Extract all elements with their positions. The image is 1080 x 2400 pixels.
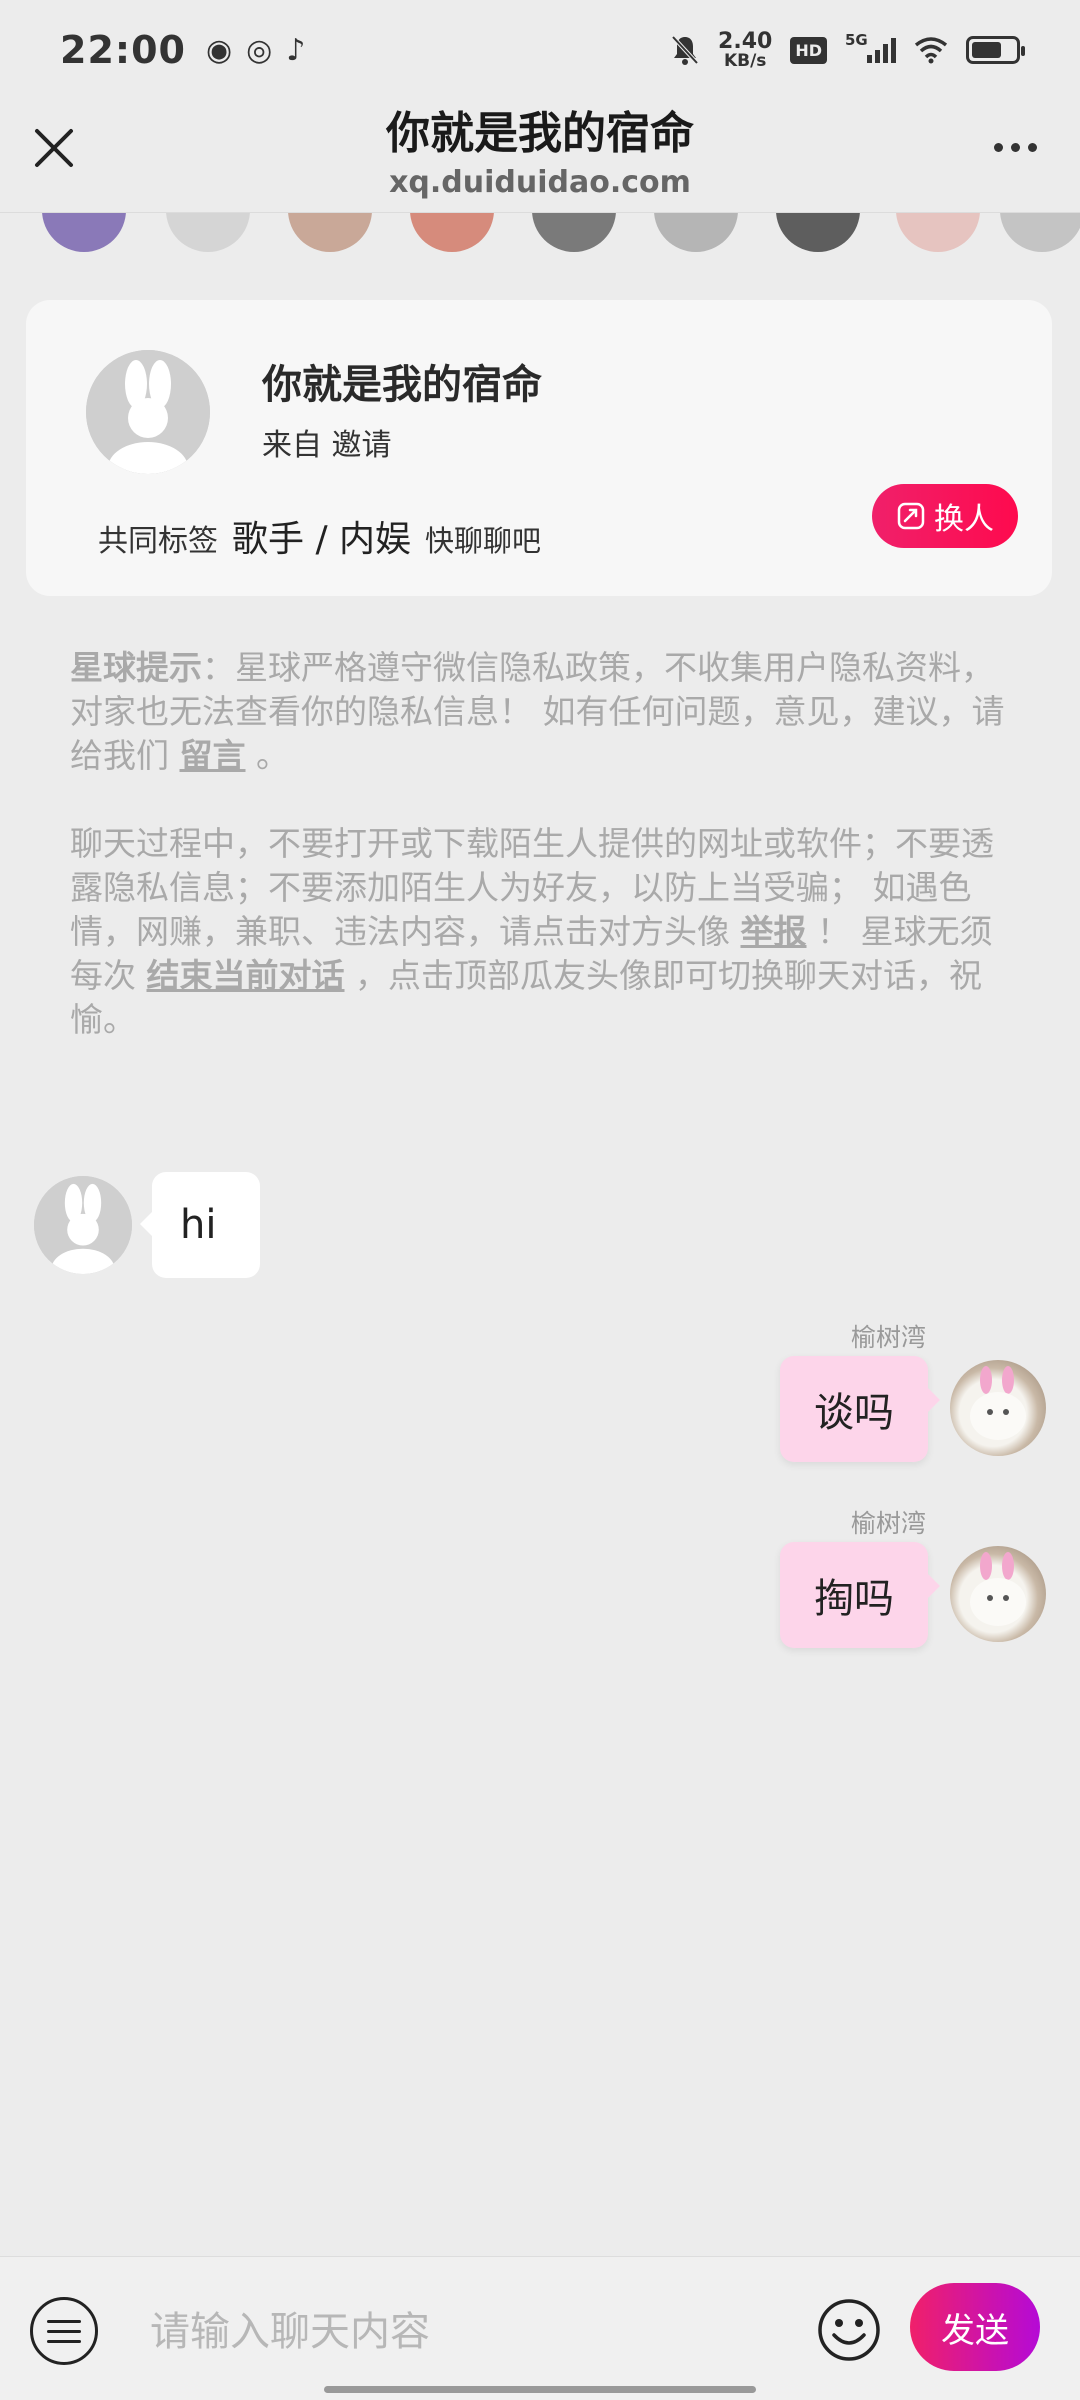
title-block: 你就是我的宿命 xq.duiduidao.com xyxy=(200,100,880,202)
emoji-icon xyxy=(818,2299,880,2361)
common-tags-hint: 快聊聊吧 xyxy=(425,524,542,558)
chat-input-bar: 发送 xyxy=(0,2256,1080,2400)
friend-avatar[interactable] xyxy=(166,213,250,252)
profile-source: 来自 邀请 xyxy=(262,428,392,463)
common-tags-label: 共同标签 xyxy=(98,524,218,559)
message-bubble[interactable]: hi xyxy=(140,1172,260,1278)
bunny-avatar-icon xyxy=(34,1176,132,1274)
leave-message-link[interactable]: 留言 xyxy=(180,736,246,775)
bunny-avatar-icon xyxy=(86,350,210,474)
friend-avatar[interactable] xyxy=(410,213,494,252)
tiktok-icon: ♪ xyxy=(286,32,306,68)
bunny-photo-icon xyxy=(970,1366,1026,1440)
common-tags-value: 歌手 / 内娱 xyxy=(232,519,412,560)
profile-card: 你就是我的宿命 来自 邀请 共同标签 歌手 / 内娱 快聊聊吧 换人 xyxy=(26,300,1052,596)
more-dot-icon xyxy=(1027,142,1037,152)
page-url: xq.duiduidao.com xyxy=(389,165,691,200)
notice-heading: 星球提示 xyxy=(70,648,202,687)
menu-line-icon xyxy=(47,2329,81,2333)
close-button[interactable] xyxy=(22,112,86,184)
header: 你就是我的宿命 xq.duiduidao.com xyxy=(0,100,1080,212)
status-time: 22:00 xyxy=(60,28,186,72)
my-avatar[interactable] xyxy=(950,1360,1046,1456)
send-button[interactable]: 发送 xyxy=(910,2283,1040,2371)
more-dot-icon xyxy=(993,142,1003,152)
friend-avatar[interactable] xyxy=(288,213,372,252)
friend-avatar[interactable] xyxy=(532,213,616,252)
safety-notice: 星球提示：星球严格遵守微信隐私政策，不收集用户隐私资料，对家也无法查看你的隐私信… xyxy=(70,646,1020,1042)
friend-avatar[interactable] xyxy=(776,213,860,252)
mute-bell-icon xyxy=(671,35,699,65)
bunny-photo-icon xyxy=(970,1552,1026,1626)
status-app-icons: ◉ ◎ ♪ xyxy=(206,33,306,68)
message-outgoing: 榆树湾 掏吗 xyxy=(780,1509,1046,1648)
wechat-icon: ◎ xyxy=(246,32,273,68)
friend-avatar-strip[interactable] xyxy=(0,212,1080,252)
friend-avatar[interactable] xyxy=(896,213,980,252)
hd-badge: HD xyxy=(790,36,827,64)
friend-avatar[interactable] xyxy=(1000,213,1080,252)
profile-name: 你就是我的宿命 xyxy=(262,362,542,408)
signal-label: 5G xyxy=(845,31,868,49)
more-options-button[interactable] xyxy=(980,122,1050,172)
close-icon xyxy=(35,129,73,167)
sender-name: 榆树湾 xyxy=(850,1509,926,1538)
end-conversation-link[interactable]: 结束当前对话 xyxy=(147,956,345,995)
battery-fill xyxy=(972,42,1002,58)
chat-input[interactable] xyxy=(150,2297,790,2367)
weibo-icon: ◉ xyxy=(205,32,233,68)
common-tags-row: 共同标签 歌手 / 内娱 快聊聊吧 xyxy=(98,510,541,562)
notice-text: 。 xyxy=(245,736,289,775)
net-speed-unit: KB/s xyxy=(723,50,767,71)
message-outgoing: 榆树湾 谈吗 xyxy=(780,1323,1046,1462)
home-indicator[interactable] xyxy=(324,2386,756,2393)
friend-avatar[interactable] xyxy=(42,213,126,252)
profile-avatar[interactable] xyxy=(86,350,210,474)
message-incoming: hi xyxy=(34,1172,260,1278)
menu-line-icon xyxy=(47,2339,81,2343)
more-dot-icon xyxy=(1010,142,1020,152)
emoji-button[interactable] xyxy=(816,2297,882,2363)
cellular-signal-icon: 5G xyxy=(845,31,896,63)
message-bubble[interactable]: 掏吗 xyxy=(780,1542,940,1648)
page-title: 你就是我的宿命 xyxy=(386,108,694,159)
wifi-icon xyxy=(914,37,948,64)
swap-partner-button[interactable]: 换人 xyxy=(872,484,1018,548)
my-avatar[interactable] xyxy=(950,1546,1046,1642)
net-speed-value: 2.40 xyxy=(718,28,773,54)
notice-paragraph-privacy: 星球提示：星球严格遵守微信隐私政策，不收集用户隐私资料，对家也无法查看你的隐私信… xyxy=(70,646,1020,778)
status-bar: 22:00 ◉ ◎ ♪ 2.40 KB/s HD 5G xyxy=(0,0,1080,100)
status-right: 2.40 KB/s HD 5G xyxy=(670,28,1025,71)
partner-avatar[interactable] xyxy=(34,1176,132,1274)
message-bubble[interactable]: 谈吗 xyxy=(780,1356,940,1462)
menu-line-icon xyxy=(47,2319,81,2323)
menu-button[interactable] xyxy=(30,2297,98,2365)
report-link[interactable]: 举报 xyxy=(741,912,807,951)
sender-name: 榆树湾 xyxy=(850,1323,926,1352)
friend-avatar[interactable] xyxy=(654,213,738,252)
net-speed: 2.40 KB/s xyxy=(718,28,773,71)
battery-icon xyxy=(966,36,1025,64)
notice-paragraph-safety: 聊天过程中，不要打开或下载陌生人提供的网址或软件；不要透露隐私信息；不要添加陌生… xyxy=(70,822,1020,1042)
swap-partner-label: 换人 xyxy=(934,502,994,537)
swap-icon xyxy=(897,502,925,530)
